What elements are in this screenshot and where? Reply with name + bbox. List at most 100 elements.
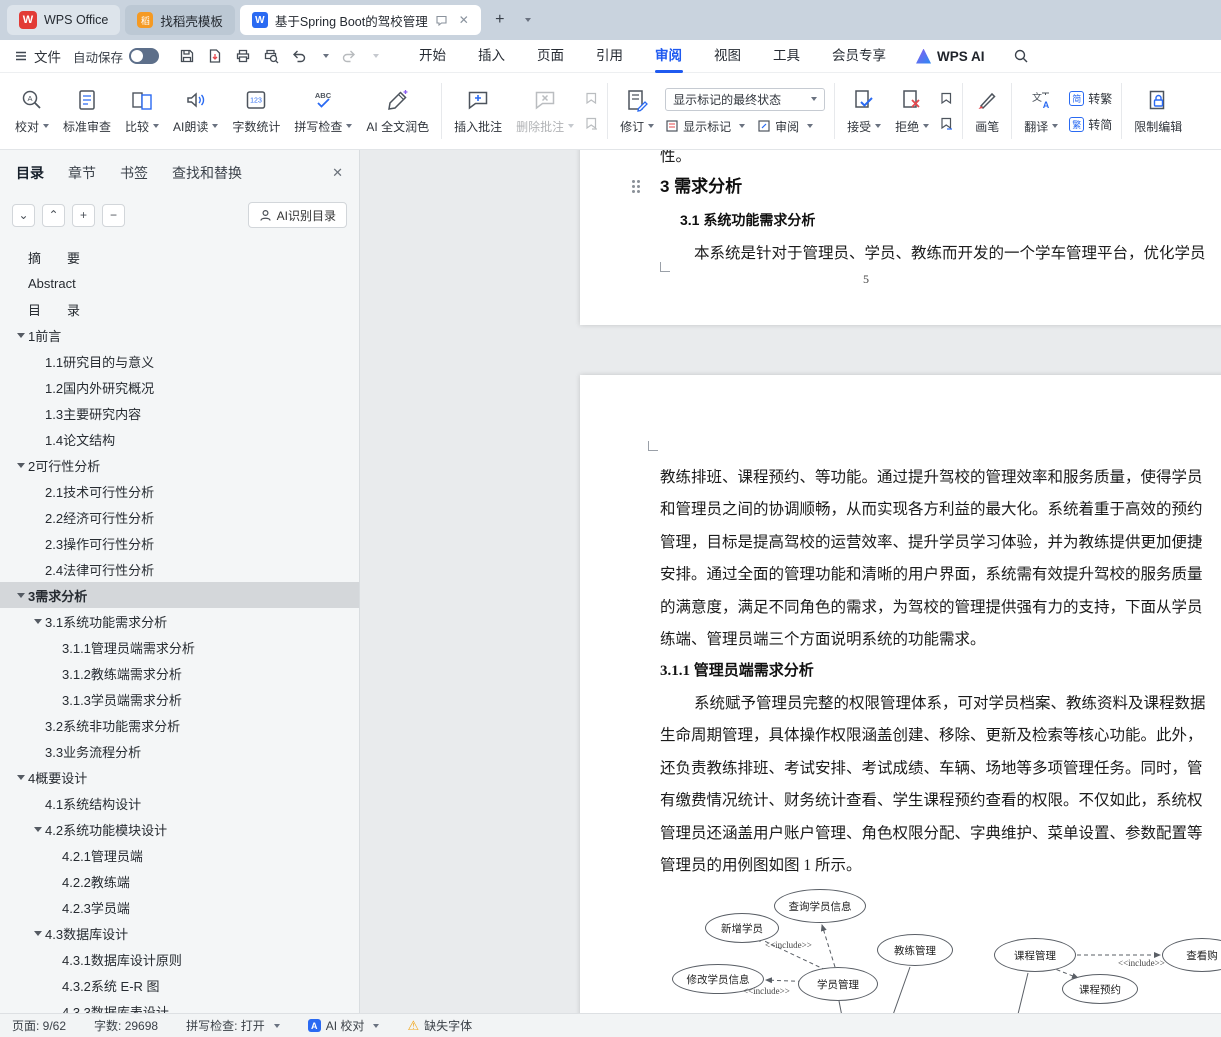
delete-comment-button[interactable]: 删除批注 — [509, 76, 581, 146]
autosave-toggle[interactable] — [129, 48, 159, 64]
tab-find-replace[interactable]: 查找和替换 — [172, 163, 242, 183]
expander-icon[interactable] — [31, 920, 45, 946]
compare-button[interactable]: 比较 — [118, 76, 166, 146]
expander-icon[interactable] — [14, 322, 28, 348]
toc-item[interactable]: 4.3.2系统 E-R 图 — [0, 972, 359, 998]
reject-change-button[interactable]: 拒绝 — [888, 76, 936, 146]
menu-item-home[interactable]: 开始 — [403, 40, 462, 73]
drag-handle-icon[interactable] — [632, 180, 642, 194]
menu-item-reference[interactable]: 引用 — [580, 40, 639, 73]
ai-recognize-toc-button[interactable]: AI识别目录 — [248, 202, 347, 228]
toc-item[interactable]: Abstract — [0, 270, 359, 296]
toc-item[interactable]: 3.3业务流程分析 — [0, 738, 359, 764]
traditional-to-simplified-button[interactable]: 繁 转简 — [1069, 116, 1112, 133]
toc-item[interactable]: 3.1系统功能需求分析 — [0, 608, 359, 634]
menu-item-page[interactable]: 页面 — [521, 40, 580, 73]
previous-change-icon[interactable] — [939, 91, 954, 106]
tab-bookmarks[interactable]: 书签 — [120, 163, 148, 183]
toc-item-selected[interactable]: 3需求分析 — [0, 582, 359, 608]
previous-comment-icon[interactable] — [584, 91, 599, 106]
ai-polish-button[interactable]: AI 全文润色 — [359, 76, 436, 146]
missing-font-warning[interactable]: ⚠ 缺失字体 — [407, 1017, 472, 1034]
file-menu[interactable]: 文件 — [0, 46, 73, 66]
undo-button[interactable] — [291, 48, 307, 64]
word-count-indicator[interactable]: 字数: 29698 — [94, 1017, 158, 1034]
ai-read-aloud-button[interactable]: AI朗读 — [166, 76, 225, 146]
tab-current-document[interactable]: W 基于Spring Boot的驾校管理 ✕ — [240, 5, 481, 35]
toc-item[interactable]: 2可行性分析 — [0, 452, 359, 478]
search-button[interactable] — [1013, 48, 1029, 64]
expander-icon[interactable] — [31, 608, 45, 634]
spell-check-button[interactable]: ABC 拼写检查 — [287, 76, 359, 146]
toc-item[interactable]: 3.1.2教练端需求分析 — [0, 660, 359, 686]
tab-wps-office[interactable]: W WPS Office — [7, 5, 120, 35]
tab-table-of-contents[interactable]: 目录 — [16, 163, 44, 183]
toc-item[interactable]: 1.1研究目的与意义 — [0, 348, 359, 374]
toc-item[interactable]: 2.1技术可行性分析 — [0, 478, 359, 504]
close-pane-icon[interactable]: ✕ — [332, 165, 343, 181]
toc-item[interactable]: 目 录 — [0, 296, 359, 322]
redo-dropdown[interactable] — [369, 54, 379, 58]
toc-item[interactable]: 1.2国内外研究概况 — [0, 374, 359, 400]
ink-brush-button[interactable]: 画笔 — [968, 76, 1006, 146]
toc-item[interactable]: 4.2.3学员端 — [0, 894, 359, 920]
menu-item-view[interactable]: 视图 — [698, 40, 757, 73]
proofread-button[interactable]: A 校对 — [8, 76, 56, 146]
export-pdf-button[interactable] — [207, 48, 223, 64]
menu-item-insert[interactable]: 插入 — [462, 40, 521, 73]
document-page-6[interactable]: 教练排班、课程预约、等功能。通过提升驾校的管理效率和服务质量，使得学员 和管理员… — [580, 375, 1221, 1013]
toc-item[interactable]: 2.2经济可行性分析 — [0, 504, 359, 530]
insert-comment-button[interactable]: 插入批注 — [447, 76, 509, 146]
standard-review-button[interactable]: 标准审查 — [56, 76, 118, 146]
toc-item[interactable]: 4.2系统功能模块设计 — [0, 816, 359, 842]
toc-item[interactable]: 4.3.3数据库表设计 — [0, 998, 359, 1013]
toc-item[interactable]: 4概要设计 — [0, 764, 359, 790]
expander-icon[interactable] — [31, 816, 45, 842]
toc-item[interactable]: 2.4法律可行性分析 — [0, 556, 359, 582]
accept-change-button[interactable]: 接受 — [840, 76, 888, 146]
word-count-button[interactable]: 123 字数统计 — [225, 76, 287, 146]
print-preview-button[interactable] — [263, 48, 279, 64]
tab-list-dropdown[interactable] — [514, 8, 538, 32]
toc-item[interactable]: 2.3操作可行性分析 — [0, 530, 359, 556]
expander-icon[interactable] — [14, 764, 28, 790]
document-page-5[interactable]: 性。 3 需求分析 3.1 系统功能需求分析 本系统是针对于管理员、学员、教练而… — [580, 150, 1221, 325]
toc-item[interactable]: 摘 要 — [0, 244, 359, 270]
restrict-editing-button[interactable]: 限制编辑 — [1127, 76, 1189, 146]
collapse-all-button[interactable]: ⌃ — [42, 204, 65, 227]
toc-item[interactable]: 4.3.1数据库设计原则 — [0, 946, 359, 972]
toc-item[interactable]: 1.4论文结构 — [0, 426, 359, 452]
show-markup-button[interactable]: 显示标记 — [665, 118, 745, 135]
tab-close-icon[interactable]: ✕ — [459, 13, 469, 27]
toc-item[interactable]: 1.3主要研究内容 — [0, 400, 359, 426]
tab-chapters[interactable]: 章节 — [68, 163, 96, 183]
zoom-out-outline-button[interactable]: − — [102, 204, 125, 227]
expander-icon[interactable] — [14, 582, 28, 608]
spell-check-status[interactable]: 拼写检查: 打开 — [186, 1017, 280, 1034]
print-button[interactable] — [235, 48, 251, 64]
toc-item[interactable]: 3.1.3学员端需求分析 — [0, 686, 359, 712]
zoom-in-outline-button[interactable]: + — [72, 204, 95, 227]
save-button[interactable] — [179, 48, 195, 64]
toc-item[interactable]: 4.2.2教练端 — [0, 868, 359, 894]
toc-item[interactable]: 1前言 — [0, 322, 359, 348]
menu-item-tools[interactable]: 工具 — [757, 40, 816, 73]
translate-button[interactable]: 文 A 翻译 — [1017, 76, 1065, 146]
page-indicator[interactable]: 页面: 9/62 — [12, 1017, 66, 1034]
toc-item[interactable]: 4.1系统结构设计 — [0, 790, 359, 816]
simplified-to-traditional-button[interactable]: 简 转繁 — [1069, 90, 1112, 107]
menu-item-wps-ai[interactable]: WPS AI — [902, 49, 999, 64]
toc-item[interactable]: 3.1.1管理员端需求分析 — [0, 634, 359, 660]
expander-icon[interactable] — [14, 452, 28, 478]
toc-item[interactable]: 4.3数据库设计 — [0, 920, 359, 946]
expand-all-button[interactable]: ⌄ — [12, 204, 35, 227]
menu-item-review[interactable]: 审阅 — [639, 40, 698, 73]
undo-dropdown[interactable] — [319, 54, 329, 58]
ai-proofread-status[interactable]: A AI 校对 — [308, 1017, 380, 1034]
tab-docer-templates[interactable]: 稻 找稻壳模板 — [125, 5, 235, 35]
toc-item[interactable]: 4.2.1管理员端 — [0, 842, 359, 868]
redo-button[interactable] — [341, 48, 357, 64]
next-change-icon[interactable] — [939, 116, 954, 131]
new-tab-button[interactable]: + — [488, 8, 512, 32]
markup-state-select[interactable]: 显示标记的最终状态 — [665, 88, 825, 111]
